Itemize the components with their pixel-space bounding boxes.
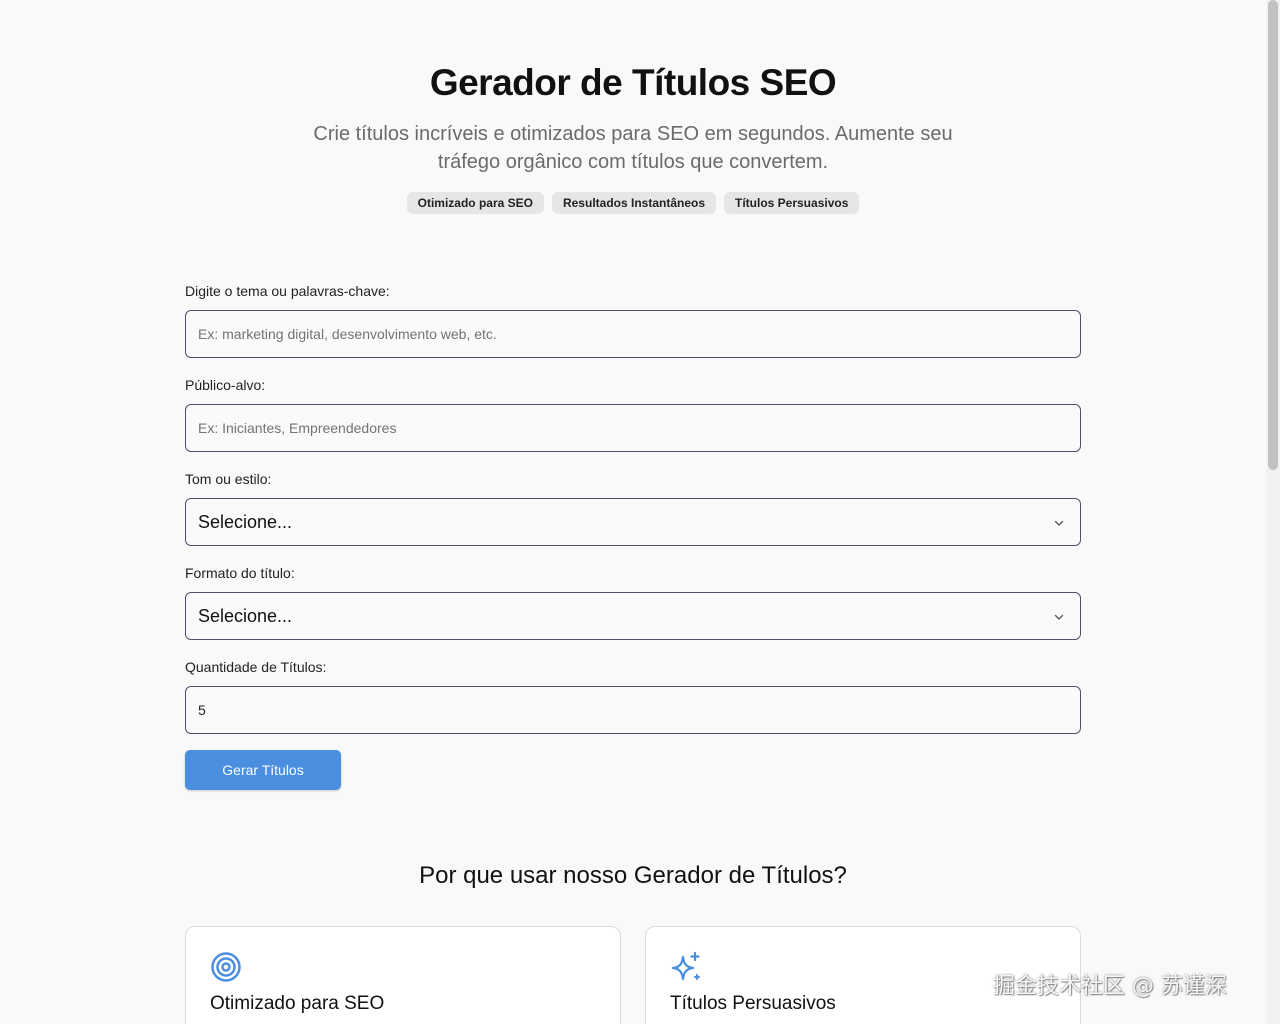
audience-field-box [185,404,1081,452]
badge-persuasive: Títulos Persuasivos [724,192,860,214]
vertical-scrollbar[interactable] [1266,0,1280,1024]
feature-card-seo: Otimizado para SEO [185,926,621,1024]
format-group: Formato do título: Selecione... [185,564,1081,640]
badge-instant: Resultados Instantâneos [551,192,716,214]
topic-field-box [185,310,1081,358]
feature-badges: Otimizado para SEO Resultados Instantâne… [0,192,1266,214]
topic-input[interactable] [186,311,1080,357]
page: Gerador de Títulos SEO Crie títulos incr… [0,0,1266,1024]
quantity-input[interactable] [186,687,1080,733]
tone-label: Tom ou estilo: [185,471,272,487]
audience-input[interactable] [186,405,1080,451]
topic-group: Digite o tema ou palavras-chave: [185,282,1081,358]
badge-seo: Otimizado para SEO [406,192,544,214]
tone-group: Tom ou estilo: Selecione... [185,470,1081,546]
tone-select[interactable]: Selecione... [185,498,1081,546]
format-select[interactable]: Selecione... [185,592,1081,640]
scrollbar-thumb[interactable] [1268,0,1278,470]
audience-label: Público-alvo: [185,377,266,393]
feature-card-title: Títulos Persuasivos [670,993,836,1014]
tone-select-value: Selecione... [198,512,293,532]
format-select-value: Selecione... [198,606,293,626]
target-icon [211,952,241,982]
generate-titles-button[interactable]: Gerar Títulos [185,750,341,790]
sparkles-icon [671,951,700,981]
watermark: 掘金技术社区 @ 苏谨深 [993,974,1227,999]
format-label: Formato do título: [185,565,295,581]
features-heading: Por que usar nosso Gerador de Títulos? [419,862,847,889]
topic-label: Digite o tema ou palavras-chave: [185,283,390,299]
page-title: Gerador de Títulos SEO [429,62,837,103]
feature-cards: Otimizado para SEO Títulos Persuasivos [185,926,1081,1024]
title-generator-form: Digite o tema ou palavras-chave: Público… [185,282,1081,790]
quantity-label: Quantidade de Títulos: [185,659,327,675]
page-subtitle: Crie títulos incríveis e otimizados para… [313,123,953,173]
quantity-group: Quantidade de Títulos: [185,658,1081,734]
chevron-down-icon [1054,520,1064,526]
audience-group: Público-alvo: [185,376,1081,452]
quantity-field-box [185,686,1081,734]
feature-card-title: Otimizado para SEO [210,993,385,1014]
chevron-down-icon [1054,614,1064,620]
